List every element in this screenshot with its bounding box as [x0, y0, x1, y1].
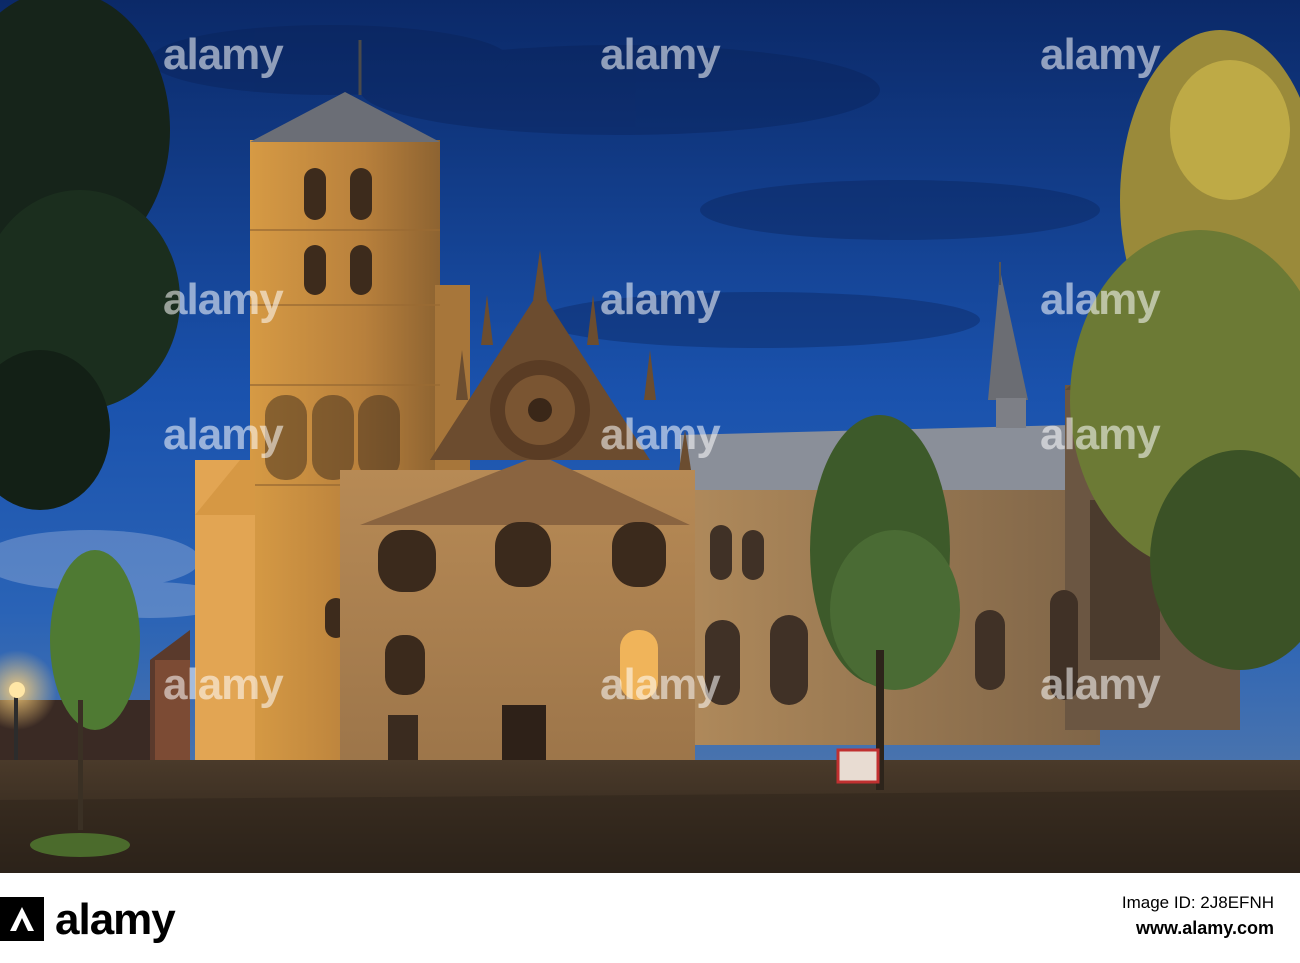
watermark-text: alamy [600, 30, 721, 79]
watermark-text: alamy [600, 410, 721, 459]
watermark-text: alamy [1040, 660, 1161, 709]
watermark-text: alamy [163, 30, 284, 79]
stock-photo-page: alamy alamy alamy alamy alamy alamy alam… [0, 0, 1300, 963]
site-url[interactable]: www.alamy.com [1122, 915, 1274, 941]
image-id: Image ID: 2J8EFNH [1121, 893, 1274, 912]
watermark-text: alamy [163, 660, 284, 709]
alamy-logo-icon [0, 897, 44, 941]
watermark-text: alamy [163, 410, 284, 459]
watermark-text: alamy [163, 275, 284, 324]
stock-footer: alamy Image ID: 2J8EFNH www.alamy.com [0, 873, 1300, 963]
cathedral-photo: alamy alamy alamy alamy alamy alamy alam… [0, 0, 1300, 873]
watermark-text: alamy [600, 275, 721, 324]
brand-name: alamy [55, 895, 176, 944]
image-meta: Image ID: 2J8EFNH www.alamy.com [1122, 891, 1274, 941]
barrier [836, 748, 880, 784]
watermark-text: alamy [1040, 30, 1161, 79]
watermark-text: alamy [600, 660, 721, 709]
watermark-text: alamy [1040, 410, 1161, 459]
watermark-text: alamy [1040, 275, 1161, 324]
